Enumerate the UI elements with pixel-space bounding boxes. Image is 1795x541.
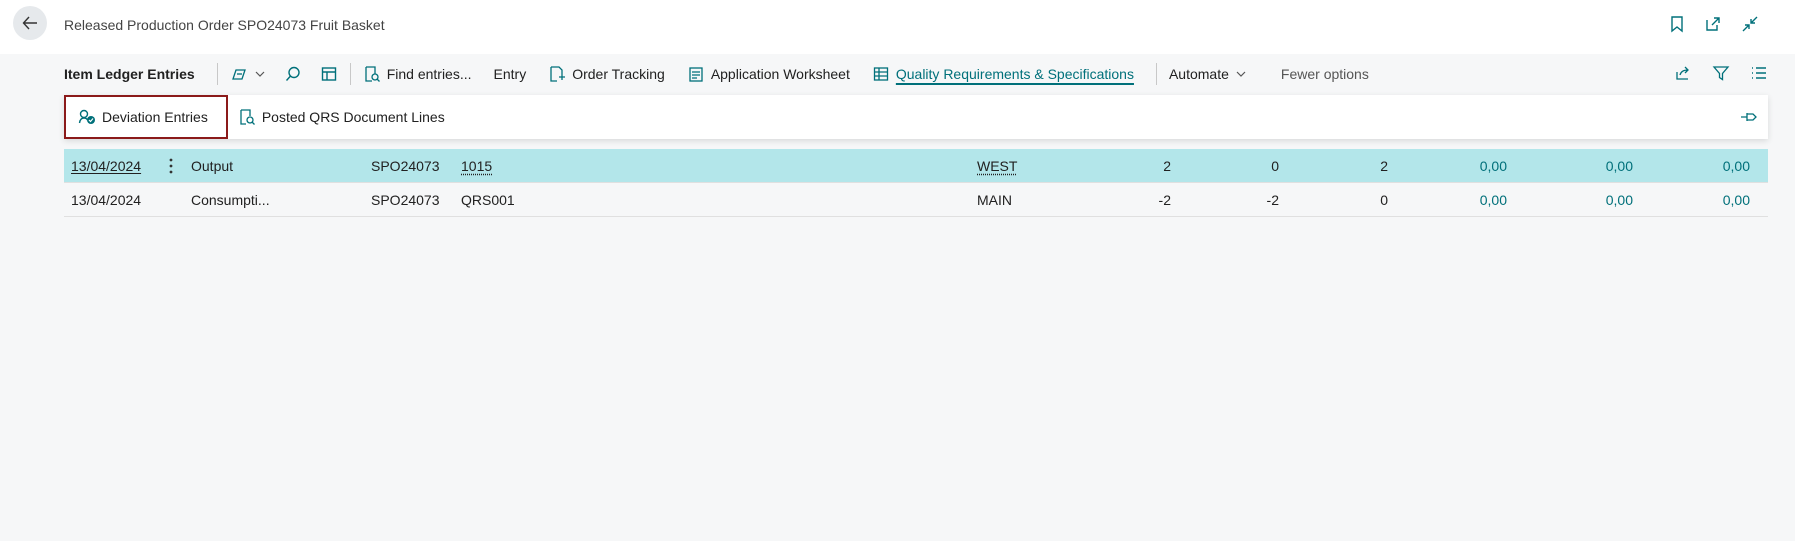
posted-qrs-document-lines-label: Posted QRS Document Lines — [261, 109, 445, 125]
worksheet-icon — [689, 67, 703, 82]
fewer-options-button[interactable]: Fewer options — [1281, 66, 1369, 82]
submenu-bar: Deviation Entries Posted QRS Document Li… — [64, 95, 1768, 139]
layout-icon — [321, 67, 336, 81]
item-no-cell[interactable]: 1015 — [461, 158, 492, 174]
item-ledger-entries-table: 13/04/2024 Output SPO24073 1015 WEST 2 0… — [64, 149, 1768, 217]
remaining-quantity-cell: 0 — [1380, 192, 1388, 208]
layout-button[interactable] — [320, 65, 338, 83]
actionbar-title: Item Ledger Entries — [64, 66, 195, 82]
order-tracking-label: Order Tracking — [572, 66, 665, 82]
quantity-cell: -2 — [1158, 192, 1171, 208]
amount-cell[interactable]: 0,00 — [1606, 192, 1633, 208]
deviation-entries-button[interactable]: Deviation Entries — [64, 95, 228, 139]
fewer-options-label: Fewer options — [1280, 66, 1369, 82]
amount-cell[interactable]: 0,00 — [1606, 158, 1633, 174]
search-icon — [285, 66, 300, 81]
divider — [349, 63, 351, 85]
automate-label: Automate — [1168, 66, 1229, 82]
grid-list-icon — [873, 67, 889, 81]
filter-icon[interactable] — [1712, 64, 1730, 82]
location-code-cell: MAIN — [977, 192, 1012, 208]
page-title: Released Production Order SPO24073 Fruit… — [64, 17, 385, 33]
automate-menu[interactable]: Automate — [1169, 66, 1247, 82]
entry-label: Entry — [493, 66, 527, 82]
collapse-icon[interactable] — [1741, 15, 1759, 33]
amount-cell[interactable]: 0,00 — [1723, 192, 1750, 208]
invoiced-quantity-cell: -2 — [1266, 192, 1279, 208]
amount-cell[interactable]: 0,00 — [1723, 158, 1750, 174]
chevron-down-icon — [1236, 71, 1246, 77]
open-new-window-icon[interactable] — [1704, 15, 1722, 33]
order-tracking-button[interactable]: Order Tracking — [548, 65, 665, 83]
invoiced-quantity-cell: 0 — [1271, 158, 1279, 174]
order-tracking-icon — [550, 66, 566, 82]
quantity-cell: 2 — [1163, 158, 1171, 174]
pin-icon[interactable] — [1740, 108, 1758, 126]
edit-list-icon — [231, 69, 246, 80]
remaining-quantity-cell: 2 — [1380, 158, 1388, 174]
document-no-cell: SPO24073 — [371, 192, 440, 208]
quality-requirements-label: Quality Requirements & Specifications — [895, 66, 1134, 82]
posted-qrs-document-lines-button[interactable]: Posted QRS Document Lines — [238, 108, 445, 126]
edit-options-button[interactable] — [230, 65, 266, 83]
posting-date-cell[interactable]: 13/04/2024 — [71, 158, 141, 174]
item-no-cell: QRS001 — [461, 192, 515, 208]
application-worksheet-label: Application Worksheet — [710, 66, 850, 82]
actionbar-right-tools — [1674, 64, 1768, 82]
table-row[interactable]: 13/04/2024 Consumpti... SPO24073 QRS001 … — [64, 183, 1768, 217]
find-entries-label: Find entries... — [386, 66, 472, 82]
more-options-icon[interactable] — [166, 157, 176, 175]
deviation-entries-label: Deviation Entries — [102, 109, 208, 125]
entry-type-cell: Output — [191, 158, 234, 174]
divider — [1155, 63, 1157, 85]
find-entries-button[interactable]: Find entries... — [363, 65, 472, 83]
table-row[interactable]: 13/04/2024 Output SPO24073 1015 WEST 2 0… — [64, 149, 1768, 183]
entry-button[interactable]: Entry — [494, 66, 527, 82]
search-button[interactable] — [284, 65, 302, 83]
posting-date-cell: 13/04/2024 — [71, 192, 142, 208]
entry-type-cell: Consumpti... — [191, 192, 270, 208]
amount-cell[interactable]: 0,00 — [1480, 158, 1507, 174]
back-button[interactable] — [13, 6, 47, 40]
find-entries-icon — [365, 66, 380, 82]
quality-requirements-tab[interactable]: Quality Requirements & Specifications — [872, 65, 1134, 83]
deviation-entries-icon — [78, 109, 95, 124]
document-no-cell: SPO24073 — [371, 158, 440, 174]
page-header: Released Production Order SPO24073 Fruit… — [0, 0, 1795, 54]
share-icon[interactable] — [1674, 64, 1692, 82]
list-view-icon[interactable] — [1750, 64, 1768, 82]
divider — [216, 63, 218, 85]
application-worksheet-button[interactable]: Application Worksheet — [687, 65, 850, 83]
arrow-left-icon — [22, 16, 37, 30]
amount-cell[interactable]: 0,00 — [1480, 192, 1507, 208]
document-search-icon — [240, 109, 255, 125]
location-code-cell[interactable]: WEST — [977, 158, 1017, 174]
bookmark-icon[interactable] — [1668, 15, 1686, 33]
action-bar: Item Ledger Entries Find entries... Entr… — [64, 56, 1768, 92]
chevron-down-icon — [255, 71, 265, 77]
